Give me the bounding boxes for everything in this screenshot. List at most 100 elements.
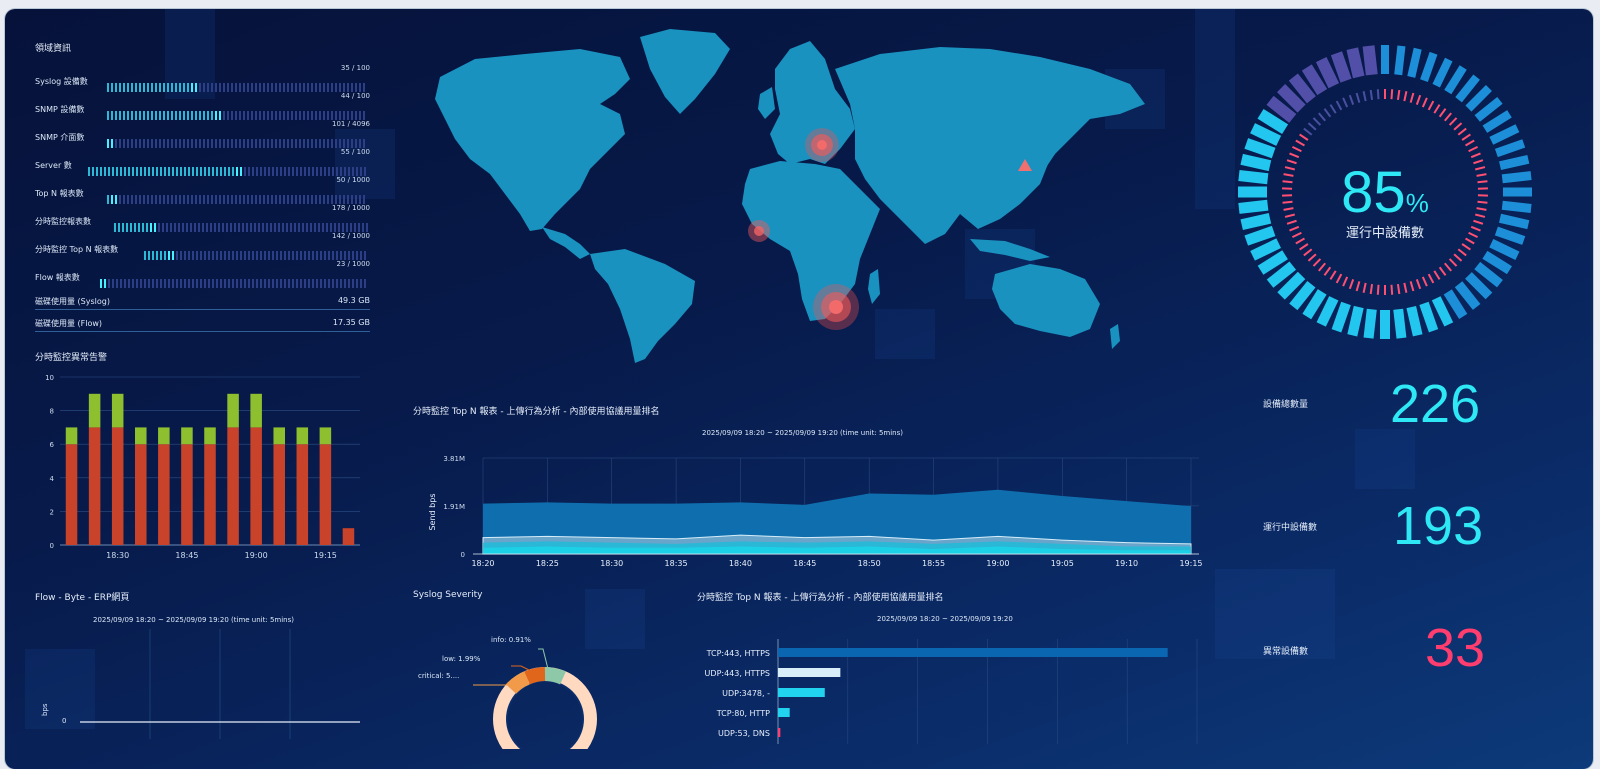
gauge-tick	[1290, 227, 1299, 231]
map-south-america	[590, 249, 695, 363]
alerts-bar-green	[158, 427, 170, 444]
gauge-segment	[1239, 176, 1268, 179]
gauge-segment	[1500, 218, 1528, 224]
gauge-segment	[1398, 309, 1401, 338]
domain-bar-row: 分時監控 Top N 報表數142 / 1000	[35, 232, 370, 258]
stat-total-value: 226	[1390, 377, 1480, 431]
gauge-tick	[1324, 109, 1330, 117]
domain-bar-count: 142 / 1000	[332, 232, 370, 240]
gauge-tick	[1308, 254, 1315, 261]
gauge-tick	[1434, 105, 1439, 113]
gauge-segment	[1242, 159, 1270, 165]
stat-total-label: 設備總數量	[1263, 397, 1308, 410]
map-hotspot-europe[interactable]	[805, 128, 839, 162]
alerts-bar-green	[181, 427, 193, 444]
gauge-segment	[1459, 77, 1477, 100]
gauge-tick	[1343, 277, 1347, 286]
gauge-tick	[1417, 95, 1420, 104]
area-x-tick: 18:30	[600, 559, 623, 568]
gauge-tick	[1466, 141, 1475, 146]
gauge-tick	[1477, 181, 1487, 182]
gauge-tick	[1378, 89, 1379, 99]
gauge-tick	[1357, 93, 1360, 103]
gauge-tick	[1330, 105, 1335, 113]
domain-bar-row: Syslog 設備數35 / 100	[35, 64, 370, 90]
gauge-segment	[1411, 49, 1417, 77]
gauge-tick	[1337, 274, 1342, 283]
gauge-tick	[1391, 89, 1392, 99]
bg-tile	[1195, 9, 1235, 209]
flow-panel-subtitle: 2025/09/09 18:20 ~ 2025/09/09 19:20 (tim…	[93, 616, 294, 624]
gauge-segment	[1468, 88, 1489, 109]
gauge-tick	[1411, 93, 1414, 103]
hbar-chart: TCP:443, HTTPSUDP:443, HTTPSUDP:3478, -T…	[685, 629, 1205, 744]
gauge-segment	[1398, 46, 1401, 75]
domain-bar-count: 23 / 1000	[336, 260, 370, 268]
gauge-tick	[1350, 279, 1353, 288]
gauge-tick	[1364, 91, 1366, 101]
donut-low-slice	[527, 674, 545, 678]
gauge-tick	[1319, 113, 1325, 121]
alerts-x-tick: 19:00	[245, 551, 268, 560]
gauge-segment	[1477, 100, 1500, 118]
alerts-y-tick: 2	[50, 508, 54, 516]
alerts-bar-red	[227, 427, 239, 545]
disk-usage-value: 49.3 GB	[338, 296, 370, 305]
hbar-panel-subtitle: 2025/09/09 18:20 ~ 2025/09/09 19:20	[877, 615, 1013, 623]
stat-running-value: 193	[1393, 499, 1483, 553]
gauge-segment	[1424, 53, 1434, 80]
gauge-segment	[1352, 49, 1358, 77]
hbar-category-label: UDP:53, DNS	[718, 729, 770, 738]
gauge-tick	[1454, 123, 1461, 130]
gauge-tick	[1417, 279, 1420, 288]
gauge-label: 運行中設備數	[1305, 222, 1465, 241]
gauge-tick	[1423, 277, 1427, 286]
hbar-bar	[778, 648, 1168, 657]
map-australia	[992, 264, 1100, 337]
alerts-y-tick: 0	[50, 542, 54, 550]
gauge-segment	[1496, 143, 1523, 153]
area-x-tick: 19:00	[986, 559, 1009, 568]
flow-y-tick: 0	[62, 717, 66, 725]
domain-bar-track	[100, 273, 370, 282]
gauge-segment	[1352, 307, 1358, 335]
gauge-tick	[1313, 118, 1320, 125]
alerts-y-tick: 4	[50, 475, 55, 483]
gauge-tick	[1343, 98, 1347, 107]
gauge-segment	[1485, 255, 1510, 270]
map-madagascar	[868, 269, 880, 304]
gauge-tick	[1477, 208, 1487, 210]
gauge-segment	[1239, 205, 1268, 208]
flow-y-label: bps	[41, 703, 49, 716]
gauge-segment	[1502, 176, 1531, 179]
alerts-bar-green	[135, 427, 147, 444]
gauge-tick	[1357, 281, 1360, 291]
domain-bar-track	[144, 245, 370, 254]
domain-bar-track	[107, 133, 370, 142]
domain-bar-count: 44 / 100	[341, 92, 370, 100]
gauge-segment	[1491, 128, 1517, 141]
gauge-segment	[1500, 159, 1528, 165]
gauge-tick	[1292, 233, 1301, 237]
domain-bar-row: SNMP 介面數101 / 4096	[35, 120, 370, 146]
alerts-bar-red	[135, 444, 147, 545]
gauge-tick	[1440, 267, 1446, 275]
map-hotspot-west-africa[interactable]	[748, 220, 770, 242]
map-hotspot-south-africa[interactable]	[813, 284, 859, 330]
syslog-donut	[413, 629, 613, 749]
domain-bar-label: Flow 報表數	[35, 272, 80, 283]
gauge-tick	[1458, 249, 1466, 255]
syslog-label-critical: critical: 5....	[418, 672, 459, 680]
area-y-tick: 1.91M	[443, 503, 465, 511]
hbar-bar	[778, 728, 780, 737]
stat-abnormal-value: 33	[1425, 621, 1485, 675]
gauge-segment	[1246, 143, 1273, 153]
disk-usage-label: 磁碟使用量 (Syslog)	[35, 296, 110, 307]
domain-bar-label: SNMP 設備數	[35, 104, 84, 115]
disk-usage-label: 磁碟使用量 (Flow)	[35, 318, 102, 329]
domain-bar-count: 35 / 100	[341, 64, 370, 72]
hbar-panel-title: 分時監控 Top N 報表 - 上傳行為分析 - 內部使用協議用量排名	[697, 590, 943, 603]
gauge-tick	[1469, 233, 1478, 237]
area-chart-title: 分時監控 Top N 報表 - 上傳行為分析 - 內部使用協議用量排名	[413, 404, 659, 417]
area-x-tick: 19:10	[1115, 559, 1138, 568]
